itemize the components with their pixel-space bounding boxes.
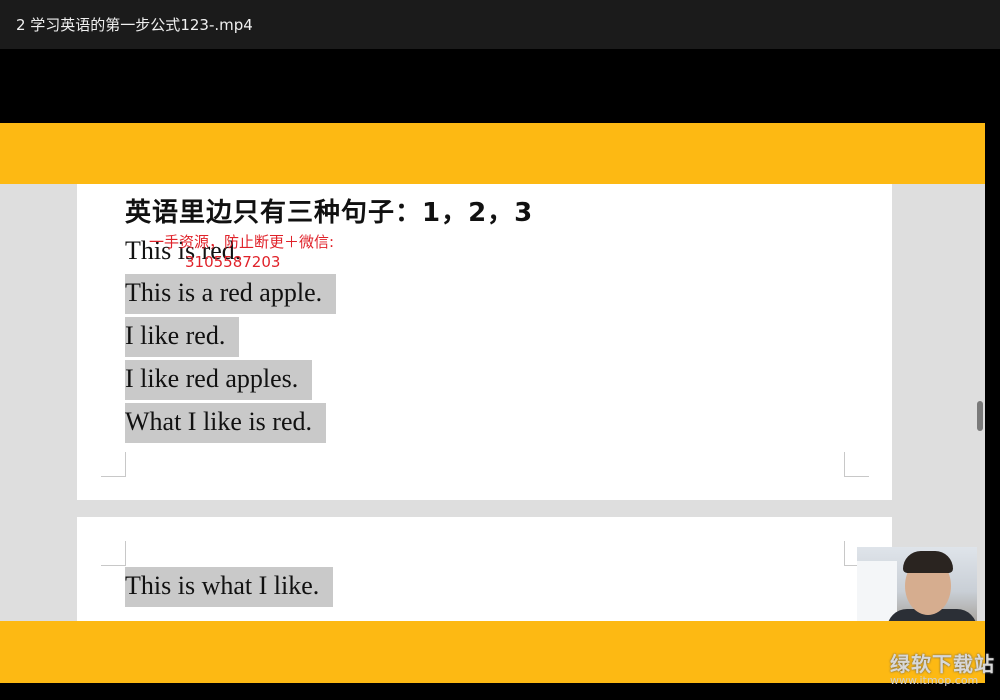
- sentence-line-4: I like red apples.: [125, 360, 313, 400]
- video-title: 2 学习英语的第一步公式123-.mp4: [16, 16, 253, 34]
- webcam-background-screen: [857, 561, 897, 621]
- sentence-line-3: I like red.: [125, 317, 240, 357]
- document-scrollbar-thumb[interactable]: [977, 401, 983, 431]
- video-player[interactable]: 英语里边只有三种句子：1，2，3 This is red. This is a …: [0, 49, 1000, 700]
- watermark-line-2: 3105587203: [185, 253, 281, 271]
- top-yellow-band: [0, 123, 985, 184]
- site-logo: 绿软下载站: [890, 652, 995, 676]
- site-logo-url: www.itmop.com: [890, 674, 979, 687]
- page2-corner-mark-left: [101, 541, 126, 566]
- presenter-hair: [903, 551, 953, 573]
- page-corner-mark-left: [101, 452, 126, 477]
- video-title-bar: 2 学习英语的第一步公式123-.mp4: [0, 0, 1000, 49]
- document-page-2: This is what I like.: [77, 517, 892, 621]
- video-frame: 英语里边只有三种句子：1，2，3 This is red. This is a …: [0, 123, 985, 683]
- watermark-line-1: 一手资源，防止断更＋微信:: [149, 233, 335, 251]
- sentence-line-6: This is what I like.: [125, 567, 334, 607]
- watermark-text: 一手资源，防止断更＋微信: 3105587203: [149, 232, 334, 272]
- sentence-line-2: This is a red apple.: [125, 274, 337, 314]
- sentence-line-5: What I like is red.: [125, 403, 326, 443]
- webcam-overlay: [857, 547, 977, 621]
- slide-heading: 英语里边只有三种句子：1，2，3: [125, 198, 534, 228]
- page-corner-mark-right: [844, 452, 869, 477]
- document-page-1: 英语里边只有三种句子：1，2，3 This is red. This is a …: [77, 184, 892, 500]
- bottom-yellow-band: [0, 621, 985, 683]
